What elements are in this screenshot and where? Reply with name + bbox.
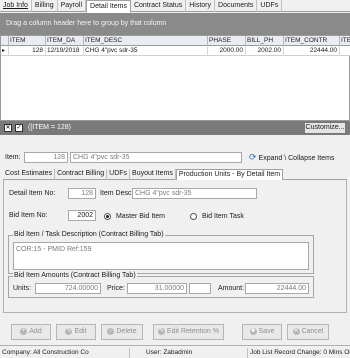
subtab-contract-billing[interactable]: Contract Billing bbox=[55, 169, 108, 180]
item-desc-label: Item Desc: bbox=[100, 190, 134, 197]
subtab-cost-estimates[interactable]: Cost Estimates bbox=[3, 169, 56, 180]
status-company: Company: All Construction Co bbox=[0, 348, 130, 358]
filter-bar: ✕ ✓ ([ITEM = 128) Customize... bbox=[0, 121, 350, 135]
action-button-bar: + Add ✎ Edit − Delete ✎ Edit Retention % ■ Sa… bbox=[0, 322, 350, 342]
units-field[interactable]: 724.00000 bbox=[35, 283, 101, 294]
add-icon: + bbox=[20, 327, 28, 335]
edit-retention-button[interactable]: ✎ Edit Retention % bbox=[153, 324, 224, 340]
customize-button[interactable]: Customize... bbox=[304, 122, 346, 134]
amounts-group: Bid Item Amounts (Contract Billing Tab) … bbox=[8, 272, 314, 298]
minus-icon: − bbox=[107, 327, 115, 335]
radio-unselected-icon bbox=[190, 213, 197, 220]
subtab-udfs[interactable]: UDFs bbox=[107, 169, 131, 180]
detail-item-desc-field[interactable]: CHG 4"pvc sdr-35 bbox=[132, 188, 257, 199]
amount-label: Amount: bbox=[218, 285, 245, 292]
cell-item-date[interactable]: 12/19/2018 bbox=[46, 46, 84, 56]
detail-item-no-label: Detail Item No: bbox=[9, 190, 56, 197]
master-bid-item-radio[interactable]: Master Bid Item bbox=[104, 213, 165, 220]
cell-item[interactable]: 128 bbox=[9, 46, 46, 56]
group-hint-text: Drag a column header here to group by th… bbox=[6, 20, 167, 27]
cancel-icon: ✕ bbox=[292, 327, 300, 335]
col-header-item-date[interactable]: ITEM_DA bbox=[46, 36, 84, 46]
col-header-ite[interactable]: ITE bbox=[340, 36, 350, 46]
description-group: Bid Item / Task Description (Contract Bi… bbox=[8, 231, 314, 274]
cell-bill-phase[interactable]: 2002.00 bbox=[246, 46, 284, 56]
detail-panel: Detail Item No: 128 Item Desc: CHG 4"pvc… bbox=[3, 180, 347, 313]
item-desc-field[interactable]: CHG 4"pvc sdr-35 bbox=[70, 152, 242, 163]
tab-job-info[interactable]: Job Info bbox=[0, 0, 32, 12]
price-field[interactable]: 31.00000 bbox=[127, 283, 187, 294]
edit-button[interactable]: ✎ Edit bbox=[56, 324, 96, 340]
item-label: Item: bbox=[5, 154, 21, 161]
item-number-field[interactable]: 128 bbox=[24, 152, 68, 163]
amounts-group-title: Bid Item Amounts (Contract Billing Tab) bbox=[13, 272, 137, 279]
expand-collapse-button[interactable]: ⟳ Expand \ Collapse Items bbox=[249, 151, 339, 164]
row-indicator-header bbox=[1, 36, 9, 46]
sub-tab-bar: Cost Estimates Contract Billing UDFs Buy… bbox=[3, 169, 347, 181]
save-button[interactable]: ■ Save bbox=[242, 324, 282, 340]
filter-enabled-checkbox[interactable]: ✓ bbox=[15, 124, 23, 132]
col-header-bill-phase[interactable]: BILL_PH bbox=[246, 36, 284, 46]
detail-item-no-field[interactable]: 128 bbox=[68, 188, 96, 199]
tab-udfs[interactable]: UDFs bbox=[257, 0, 283, 12]
bid-item-no-field[interactable]: 2002 bbox=[68, 210, 96, 221]
bid-item-no-label: Bid Item No: bbox=[9, 212, 48, 219]
row-indicator-icon: ▸ bbox=[1, 46, 9, 56]
status-bar: Company: All Construction Co User: Zabad… bbox=[0, 345, 350, 358]
group-by-area[interactable]: Drag a column header here to group by th… bbox=[0, 13, 350, 35]
cancel-button[interactable]: ✕ Cancel bbox=[287, 324, 329, 340]
pencil-icon: ✎ bbox=[157, 327, 165, 335]
subtab-buyout-items[interactable]: Buyout Items bbox=[130, 169, 176, 180]
add-button[interactable]: + Add bbox=[11, 324, 51, 340]
units-label: Units: bbox=[13, 285, 31, 292]
refresh-icon: ⟳ bbox=[249, 152, 257, 162]
bid-item-task-radio[interactable]: Bid Item Task bbox=[190, 213, 244, 220]
cell-item-contract[interactable]: 22444.00 bbox=[284, 46, 340, 56]
col-header-phase[interactable]: PHASE bbox=[208, 36, 246, 46]
delete-button[interactable]: − Delete bbox=[101, 324, 143, 340]
tab-contract-status[interactable]: Contract Status bbox=[131, 0, 187, 12]
cell-item-desc[interactable]: CHG 4"pvc sdr-35 bbox=[84, 46, 208, 56]
filter-text[interactable]: ([ITEM = 128) bbox=[28, 124, 71, 131]
col-header-item-desc[interactable]: ITEM_DESC bbox=[84, 36, 208, 46]
top-tab-bar: Job Info Billing Payroll Detail Items Co… bbox=[0, 0, 350, 13]
pencil-icon: ✎ bbox=[65, 327, 73, 335]
clear-filter-icon[interactable]: ✕ bbox=[4, 124, 12, 132]
description-group-title: Bid Item / Task Description (Contract Bi… bbox=[13, 231, 165, 238]
table-row[interactable]: ▸ 128 12/19/2018 CHG 4"pvc sdr-35 2000.0… bbox=[1, 46, 350, 56]
radio-selected-icon bbox=[104, 213, 111, 220]
cell-phase[interactable]: 2000.00 bbox=[208, 46, 246, 56]
description-textarea[interactable]: COR:15 - PMID Ref:159 bbox=[13, 242, 309, 270]
tab-payroll[interactable]: Payroll bbox=[58, 0, 87, 12]
status-user: User: Zabadmin bbox=[130, 348, 248, 358]
tab-history[interactable]: History bbox=[186, 0, 216, 12]
amount-field[interactable]: 22444.00 bbox=[245, 283, 309, 294]
col-header-item-contract[interactable]: ITEM_CONTR bbox=[284, 36, 340, 46]
price-label: Price: bbox=[107, 285, 125, 292]
grid-header: ITEM ITEM_DA ITEM_DESC PHASE BILL_PH ITE… bbox=[1, 36, 350, 46]
detail-items-grid: ITEM ITEM_DA ITEM_DESC PHASE BILL_PH ITE… bbox=[0, 35, 350, 121]
tab-documents[interactable]: Documents bbox=[215, 0, 258, 12]
col-header-item[interactable]: ITEM bbox=[9, 36, 46, 46]
status-record-change: Job List Record Change: 0 Mins Old bbox=[250, 349, 350, 356]
price-extra-field[interactable] bbox=[189, 283, 211, 294]
tab-billing[interactable]: Billing bbox=[32, 0, 58, 12]
save-icon: ■ bbox=[249, 327, 257, 335]
tab-detail-items[interactable]: Detail Items bbox=[86, 0, 131, 13]
